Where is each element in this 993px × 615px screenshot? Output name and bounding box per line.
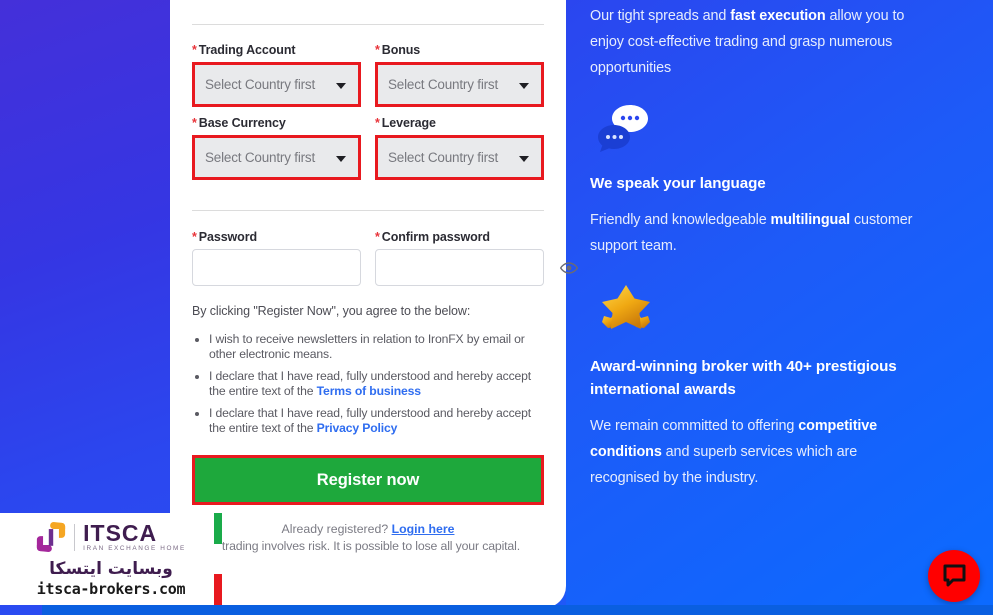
select-bonus[interactable]: Select Country first — [378, 65, 541, 104]
confirm-password-input[interactable] — [384, 250, 560, 285]
select-leverage[interactable]: Select Country first — [378, 138, 541, 177]
marketing-panel: Our tight spreads and fast execution all… — [590, 0, 920, 615]
block-body-0-bold: multilingual — [770, 212, 851, 228]
block-heading-0: We speak your language — [590, 175, 766, 192]
list-item: I declare that I have read, fully unders… — [209, 369, 544, 400]
registration-form-card: * Trading Account Select Country first * B… — [170, 0, 578, 608]
chat-launcher-button[interactable] — [928, 550, 980, 602]
password-input[interactable] — [201, 250, 377, 285]
label-base-currency: * Base Currency — [192, 116, 286, 130]
field-password: * Password — [192, 230, 395, 286]
watermark-logo-row: ITSCA IRAN EXCHANGE HOME — [0, 519, 222, 555]
required-marker: * — [192, 43, 197, 57]
agreement-intro-text: By clicking "Register Now", you agree to… — [192, 304, 471, 318]
login-here-link[interactable]: Login here — [392, 522, 455, 536]
select-base-currency[interactable]: Select Country first — [195, 138, 358, 177]
label-trading-account: * Trading Account — [192, 43, 296, 57]
iran-flag-stripe — [214, 513, 222, 605]
block-body-0: Friendly and knowledgeable multilingual … — [590, 207, 920, 259]
password-input-wrap — [192, 249, 395, 286]
watermark-brand-block: ITSCA IRAN EXCHANGE HOME — [83, 520, 186, 553]
already-registered-text: Already registered? — [281, 522, 389, 537]
highlight-box-bonus: Select Country first — [375, 62, 544, 107]
label-leverage: * Leverage — [375, 116, 436, 130]
flag-red-stripe — [214, 574, 222, 605]
highlight-box-base-currency: Select Country first — [192, 135, 361, 180]
required-marker: * — [375, 116, 380, 130]
risk-warning-text: l trading involves risk. It is possible … — [216, 539, 520, 554]
chevron-down-icon — [336, 82, 346, 89]
watermark-url: itsca-brokers.com — [36, 580, 186, 598]
required-marker: * — [375, 230, 380, 244]
eye-icon-confirm-password[interactable] — [560, 261, 578, 274]
terms-text-0: I wish to receive newsletters in relatio… — [209, 332, 525, 362]
select-value-trading-account: Select Country first — [205, 77, 316, 92]
label-confirm-password: * Confirm password — [375, 230, 490, 244]
select-fields-grid: * Trading Account Select Country first * B… — [192, 43, 544, 189]
field-base-currency: * Base Currency Select Country first — [192, 116, 361, 180]
page-root: * Trading Account Select Country first * B… — [0, 0, 993, 615]
terms-of-business-link[interactable]: Terms of business — [317, 384, 421, 398]
select-value-base-currency: Select Country first — [205, 150, 316, 165]
watermark-farsi-text: وبسایت ایتسکا — [49, 559, 173, 579]
field-bonus: * Bonus Select Country first — [375, 43, 544, 107]
list-item: I wish to receive newsletters in relatio… — [209, 332, 544, 363]
label-password: * Password — [192, 230, 258, 244]
privacy-policy-link[interactable]: Privacy Policy — [317, 421, 398, 435]
form-divider-middle — [192, 210, 544, 211]
chat-bubbles-icon — [598, 103, 660, 158]
register-now-button[interactable]: Register now — [195, 458, 541, 503]
block-heading-1: Award-winning broker with 40+ prestigiou… — [590, 358, 897, 398]
intro-paragraph: Our tight spreads and fast execution all… — [590, 0, 920, 81]
field-confirm-password: * Confirm password — [375, 230, 578, 286]
list-item: I declare that I have read, fully unders… — [209, 406, 544, 437]
already-registered-row: Already registered? Login here — [192, 522, 544, 536]
watermark-separator — [74, 523, 76, 551]
bottom-accent-bar — [42, 605, 993, 615]
chevron-down-icon — [519, 155, 529, 162]
required-marker: * — [192, 230, 197, 244]
block-body-0-part-1: Friendly and knowledgeable — [590, 212, 771, 228]
label-bonus: * Bonus — [375, 43, 421, 57]
intro-part-bold: fast execution — [730, 8, 826, 24]
watermark-tagline: IRAN EXCHANGE HOME — [83, 545, 186, 552]
highlight-box-leverage: Select Country first — [375, 135, 544, 180]
confirm-password-input-wrap — [375, 249, 578, 286]
itsca-watermark: ITSCA IRAN EXCHANGE HOME وبسایت ایتسکا i… — [0, 513, 222, 605]
required-marker: * — [192, 116, 197, 130]
highlight-box-register: Register now — [192, 455, 544, 506]
select-value-leverage: Select Country first — [388, 150, 499, 165]
select-value-bonus: Select Country first — [388, 77, 499, 92]
select-trading-account[interactable]: Select Country first — [195, 65, 358, 104]
flag-green-stripe — [214, 513, 222, 544]
block-body-1-part-1: We remain committed to offering — [590, 418, 799, 434]
itsca-logo-icon — [37, 522, 66, 552]
field-trading-account: * Trading Account Select Country first — [192, 43, 361, 107]
watermark-brand-name: ITSCA — [83, 520, 158, 546]
chevron-down-icon — [336, 155, 346, 162]
flag-white-stripe — [214, 543, 222, 575]
intro-part-1: Our tight spreads and — [590, 8, 731, 24]
password-fields-row: * Password * Confirm password — [192, 230, 578, 286]
field-leverage: * Leverage Select Country first — [375, 116, 544, 180]
form-divider-top — [192, 24, 544, 25]
chevron-down-icon — [519, 82, 529, 89]
chat-bubble-icon — [943, 564, 965, 587]
highlight-box-trading-account: Select Country first — [192, 62, 361, 107]
required-marker: * — [375, 43, 380, 57]
award-stars-icon — [596, 283, 666, 339]
block-body-1: We remain committed to offering competit… — [590, 413, 920, 491]
terms-list: I wish to receive newsletters in relatio… — [192, 332, 544, 436]
